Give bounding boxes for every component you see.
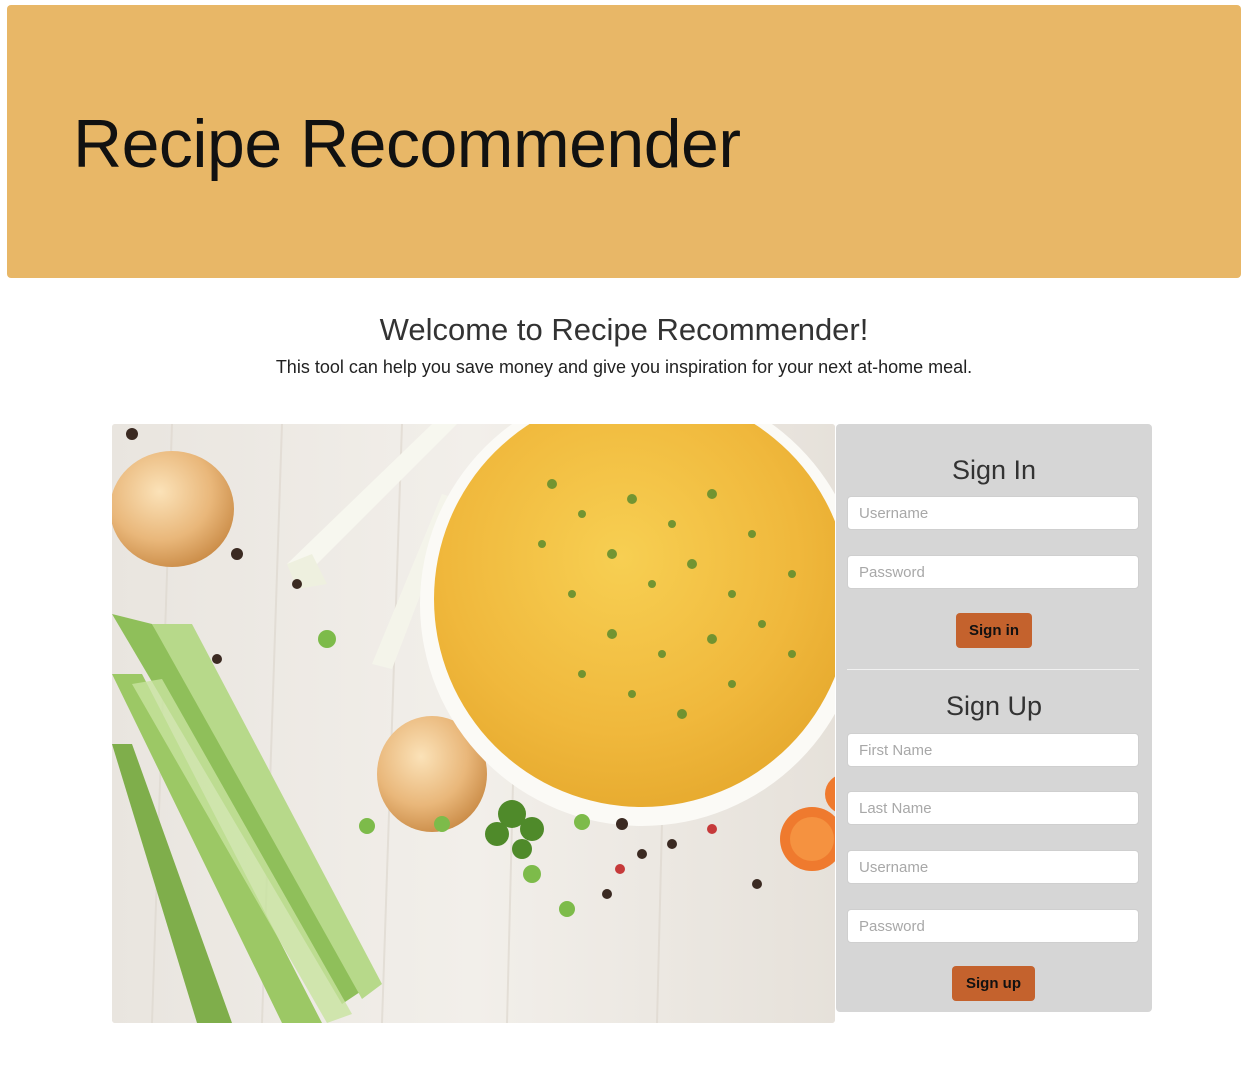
header-banner: Recipe Recommender bbox=[7, 5, 1241, 278]
sign-in-button[interactable]: Sign in bbox=[956, 613, 1032, 648]
sign-up-first-name-input[interactable] bbox=[847, 733, 1139, 767]
welcome-subtitle: This tool can help you save money and gi… bbox=[275, 357, 973, 377]
sign-in-password-input[interactable] bbox=[847, 555, 1139, 589]
soup-photo bbox=[112, 424, 835, 1023]
sign-up-button[interactable]: Sign up bbox=[952, 966, 1035, 1001]
welcome-heading: Welcome to Recipe Recommender! bbox=[379, 312, 869, 347]
sign-in-username-input[interactable] bbox=[847, 496, 1139, 530]
welcome-section: Welcome to Recipe Recommender! This tool… bbox=[0, 311, 1248, 379]
sign-up-username-input[interactable] bbox=[847, 850, 1139, 884]
section-divider bbox=[847, 669, 1139, 670]
hero-image bbox=[112, 424, 835, 1023]
sign-up-password-input[interactable] bbox=[847, 909, 1139, 943]
app-title: Recipe Recommender bbox=[73, 106, 741, 182]
sign-up-last-name-input[interactable] bbox=[847, 791, 1139, 825]
auth-panel: Sign In Sign in Sign Up Sign up bbox=[836, 424, 1152, 1012]
sign-in-heading: Sign In bbox=[951, 455, 1037, 485]
sign-up-heading: Sign Up bbox=[945, 691, 1043, 721]
